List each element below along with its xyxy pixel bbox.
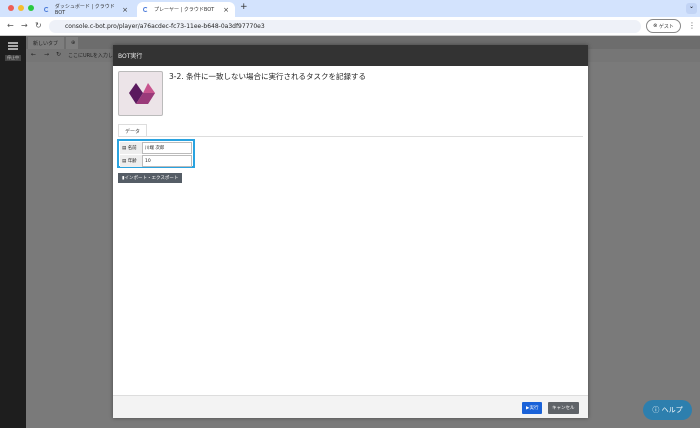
forward-icon[interactable]: → [21,21,28,30]
hamburger-icon[interactable] [8,42,18,44]
app-tab-new[interactable]: 新しいタブ [28,37,64,49]
minimize-window-icon[interactable] [18,5,24,11]
dialog-header: BOT実行 [113,45,588,66]
close-tab-icon[interactable]: × [122,6,128,14]
bot-title: 3-2. 条件に一致しない場合に実行されるタスクを記録する [169,71,366,82]
back-icon[interactable]: ← [7,21,14,30]
tab-data[interactable]: データ [118,124,147,136]
tab-divider [118,136,583,137]
tab-search-chevron-icon[interactable]: ⌄ [686,3,697,14]
app-url-input[interactable]: ここにURLを入力し [68,52,113,59]
close-tab-icon[interactable]: × [223,6,229,14]
status-badge: 停止中 [5,55,21,61]
reload-icon[interactable]: ↻ [35,21,42,30]
menu-icon[interactable]: ⋮ [688,21,696,30]
app-back-icon[interactable]: ← [31,51,36,58]
bot-logo [118,71,163,116]
address-bar: ← → ↻ console.c-bot.pro/player/a76acdec-… [0,17,700,36]
url-input[interactable]: console.c-bot.pro/player/a76acdec-fc73-1… [49,20,641,33]
browser-tab-player[interactable]: プレーヤー | クラウドBOT × [137,2,235,17]
favicon-icon [44,7,49,12]
label-text: 年齢 [128,158,137,164]
url-text: console.c-bot.pro/player/a76acdec-fc73-1… [65,23,265,30]
maximize-window-icon[interactable] [28,5,34,11]
browser-tab-bar: ダッシュボード | クラウドBOT× プレーヤー | クラウドBOT× + ⌄ [0,0,700,17]
bot-logo-icon [119,72,164,117]
dialog-footer: ▶実行 キャンセル [113,395,588,418]
favicon-icon [143,7,148,12]
cancel-button[interactable]: キャンセル [548,402,579,414]
label-text: 名前 [128,145,137,151]
dialog-title: BOT実行 [118,51,142,60]
help-label: ヘルプ [662,405,683,415]
profile-label: ゲスト [659,23,674,30]
tab-label: ダッシュボード | クラウドBOT [55,3,122,16]
help-button[interactable]: ⓘ ヘルプ [643,400,692,420]
button-label: 実行 [529,405,538,411]
app-forward-icon[interactable]: → [44,51,49,58]
field-row-age: ▤ 年齢10 [120,155,192,167]
field-row-name: ▤ 名前川端 次郎 [120,142,192,154]
field-label: ▤ 名前 [120,142,142,154]
tab-label: プレーヤー | クラウドBOT [154,6,214,13]
button-label: インポート・エクスポート [124,176,178,181]
add-tab-icon[interactable]: ⊕ [66,37,78,49]
bot-run-dialog: BOT実行 3-2. 条件に一致しない場合に実行されるタスクを記録する データ … [113,45,588,418]
sidebar: 停止中 [0,36,26,428]
name-input[interactable]: 川端 次郎 [142,142,192,154]
age-input[interactable]: 10 [142,155,192,167]
field-label: ▤ 年齢 [120,155,142,167]
close-window-icon[interactable] [8,5,14,11]
run-button[interactable]: ▶実行 [522,402,542,414]
import-export-button[interactable]: ▮インポート・エクスポート [118,173,182,183]
data-form: ▤ 名前川端 次郎 ▤ 年齢10 [117,139,195,168]
app-reload-icon[interactable]: ↻ [56,51,61,58]
browser-tab-dashboard[interactable]: ダッシュボード | クラウドBOT× [38,2,134,17]
profile-button[interactable]: ⊗ ゲスト [646,19,681,33]
new-tab-button[interactable]: + [240,2,248,12]
question-circle-icon: ⓘ [652,405,661,415]
